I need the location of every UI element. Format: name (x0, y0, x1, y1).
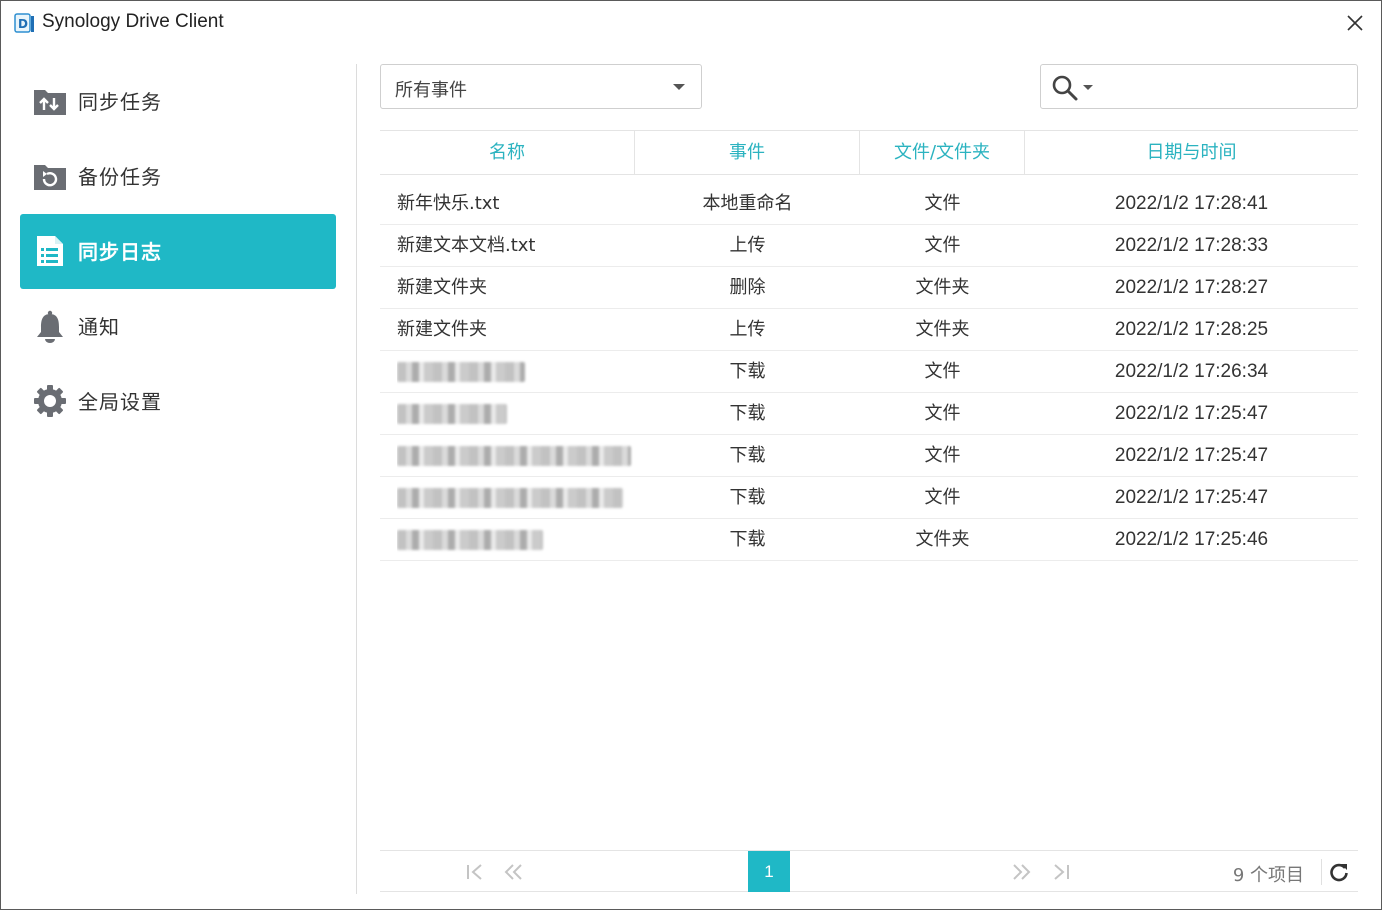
table-row[interactable]: 新建文本文档.txt 上传 文件 2022/1/2 17:28:33 (380, 225, 1358, 267)
cell-type: 文件夹 (915, 529, 970, 550)
sidebar: 同步任务 备份任务 同步日志 通知 全局设置 (1, 45, 357, 895)
cell-type: 文件 (924, 487, 961, 508)
cell-event: 上传 (729, 235, 766, 256)
cell-datetime: 2022/1/2 17:28:27 (1114, 277, 1269, 298)
search-icon[interactable] (1051, 74, 1079, 102)
cell-type: 文件 (924, 235, 961, 256)
cell-type: 文件 (924, 361, 961, 382)
sidebar-item-notifications[interactable]: 通知 (20, 289, 336, 364)
sync-log-table: 名称 事件 文件/文件夹 日期与时间 新年快乐.txt 本地重命名 文件 202… (380, 130, 1358, 561)
cell-datetime: 2022/1/2 17:25:47 (1114, 487, 1269, 508)
sync-log-icon (37, 236, 63, 266)
sidebar-item-global-settings[interactable]: 全局设置 (20, 364, 336, 439)
cell-event: 下载 (729, 487, 766, 508)
bell-icon (37, 310, 63, 343)
svg-text:D: D (18, 17, 28, 31)
cell-name-redacted (397, 519, 637, 560)
event-filter-dropdown[interactable]: 所有事件 (380, 64, 702, 109)
app-window: D Synology Drive Client 同步任务 备份任务 同步日志 通… (0, 0, 1382, 910)
cell-name-redacted (397, 351, 637, 392)
cell-event: 下载 (729, 361, 766, 382)
cell-name-redacted (397, 477, 637, 518)
sidebar-divider (356, 64, 357, 894)
cell-datetime: 2022/1/2 17:25:46 (1114, 529, 1269, 550)
cell-event: 上传 (729, 319, 766, 340)
cell-datetime: 2022/1/2 17:26:34 (1114, 361, 1269, 382)
table-row[interactable]: 新建文件夹 删除 文件夹 2022/1/2 17:28:27 (380, 267, 1358, 309)
table-body: 新年快乐.txt 本地重命名 文件 2022/1/2 17:28:41 新建文本… (380, 183, 1358, 561)
table-header: 名称 事件 文件/文件夹 日期与时间 (380, 130, 1358, 175)
previous-page-icon[interactable] (501, 860, 525, 884)
cell-datetime: 2022/1/2 17:25:47 (1114, 403, 1269, 424)
cell-type: 文件 (924, 445, 961, 466)
cell-name: 新建文本文档.txt (397, 235, 536, 256)
table-row[interactable]: 下载 文件 2022/1/2 17:25:47 (380, 477, 1358, 519)
cell-event: 下载 (729, 403, 766, 424)
cell-event: 下载 (729, 445, 766, 466)
redacted-filename (397, 530, 543, 550)
search-options-caret-icon[interactable] (1083, 85, 1093, 90)
sidebar-item-label: 同步日志 (78, 240, 162, 264)
pager-divider (1321, 859, 1322, 885)
item-count: 9 个项目 (1232, 865, 1304, 886)
title-bar: D Synology Drive Client (1, 1, 1381, 45)
sidebar-item-label: 全局设置 (78, 390, 162, 414)
cell-datetime: 2022/1/2 17:28:25 (1114, 319, 1269, 340)
column-header-type[interactable]: 文件/文件夹 (860, 131, 1025, 174)
cell-type: 文件夹 (915, 277, 970, 298)
cell-datetime: 2022/1/2 17:28:33 (1114, 235, 1269, 256)
cell-type: 文件 (924, 403, 961, 424)
cell-name-redacted (397, 393, 637, 434)
cell-datetime: 2022/1/2 17:28:41 (1114, 193, 1269, 214)
cell-event: 本地重命名 (702, 193, 793, 214)
cell-datetime: 2022/1/2 17:25:47 (1114, 445, 1269, 466)
table-row[interactable]: 下载 文件夹 2022/1/2 17:25:46 (380, 519, 1358, 561)
current-page-button[interactable]: 1 (748, 851, 790, 892)
gear-icon (34, 385, 66, 417)
sidebar-item-label: 备份任务 (78, 165, 162, 189)
sidebar-item-sync-tasks[interactable]: 同步任务 (20, 64, 336, 139)
search-input[interactable] (1101, 71, 1351, 103)
cell-event: 下载 (729, 529, 766, 550)
redacted-filename (397, 488, 623, 508)
sidebar-item-sync-log[interactable]: 同步日志 (20, 214, 336, 289)
table-row[interactable]: 下载 文件 2022/1/2 17:25:47 (380, 393, 1358, 435)
table-row[interactable]: 下载 文件 2022/1/2 17:25:47 (380, 435, 1358, 477)
window-title: Synology Drive Client (42, 11, 224, 32)
sidebar-item-label: 通知 (78, 315, 120, 339)
redacted-filename (397, 362, 525, 382)
sync-tasks-icon (34, 90, 66, 115)
table-row[interactable]: 新年快乐.txt 本地重命名 文件 2022/1/2 17:28:41 (380, 183, 1358, 225)
cell-name: 新年快乐.txt (397, 193, 500, 214)
cell-name: 新建文件夹 (397, 277, 487, 298)
search-box (1040, 64, 1358, 109)
close-button[interactable] (1343, 11, 1367, 35)
cell-name-redacted (397, 435, 637, 476)
column-header-datetime[interactable]: 日期与时间 (1025, 131, 1358, 174)
chevron-down-icon (673, 84, 685, 90)
column-header-name[interactable]: 名称 (380, 131, 635, 174)
event-filter-value: 所有事件 (395, 80, 467, 101)
cell-name: 新建文件夹 (397, 319, 487, 340)
next-page-icon[interactable] (1010, 860, 1034, 884)
table-row[interactable]: 新建文件夹 上传 文件夹 2022/1/2 17:28:25 (380, 309, 1358, 351)
cell-type: 文件 (924, 193, 961, 214)
refresh-icon[interactable] (1328, 861, 1350, 883)
sidebar-item-label: 同步任务 (78, 90, 162, 114)
backup-tasks-icon (34, 165, 66, 190)
column-header-event[interactable]: 事件 (635, 131, 860, 174)
sidebar-item-backup-tasks[interactable]: 备份任务 (20, 139, 336, 214)
pagination-bar: 1 9 个项目 (380, 850, 1358, 892)
first-page-icon[interactable] (463, 860, 487, 884)
last-page-icon[interactable] (1049, 860, 1073, 884)
redacted-filename (397, 446, 631, 466)
cell-event: 删除 (729, 277, 766, 298)
synology-drive-logo-icon: D (14, 13, 34, 33)
cell-type: 文件夹 (915, 319, 970, 340)
table-row[interactable]: 下载 文件 2022/1/2 17:26:34 (380, 351, 1358, 393)
redacted-filename (397, 404, 507, 424)
